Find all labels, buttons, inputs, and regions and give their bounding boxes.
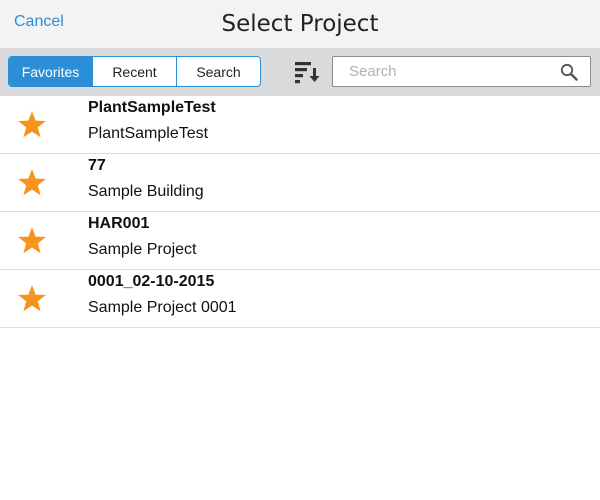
sort-button[interactable] [292, 59, 322, 85]
toolbar: Favorites Recent Search [0, 48, 600, 96]
project-subtitle: Sample Project [88, 241, 197, 258]
page-title: Select Project [221, 11, 379, 37]
segmented-control: Favorites Recent Search [8, 56, 261, 87]
project-row[interactable]: PlantSampleTest PlantSampleTest [0, 96, 600, 154]
project-list: PlantSampleTest PlantSampleTest 77 Sampl… [0, 96, 600, 328]
star-icon[interactable] [17, 284, 47, 314]
project-row[interactable]: 77 Sample Building [0, 154, 600, 212]
tab-favorites[interactable]: Favorites [9, 57, 92, 86]
sort-icon [295, 62, 320, 84]
star-icon[interactable] [17, 110, 47, 140]
project-title: PlantSampleTest [88, 99, 216, 116]
project-row[interactable]: HAR001 Sample Project [0, 212, 600, 270]
project-row[interactable]: 0001_02-10-2015 Sample Project 0001 [0, 270, 600, 328]
tab-recent[interactable]: Recent [92, 57, 176, 86]
tab-search[interactable]: Search [176, 57, 260, 86]
search-input[interactable] [333, 57, 553, 86]
project-title: 77 [88, 157, 106, 174]
project-subtitle: Sample Building [88, 183, 204, 200]
project-title: 0001_02-10-2015 [88, 273, 215, 290]
project-subtitle: Sample Project 0001 [88, 299, 237, 316]
project-subtitle: PlantSampleTest [88, 125, 209, 142]
star-icon[interactable] [17, 226, 47, 256]
search-icon[interactable] [560, 63, 578, 81]
search-box [332, 56, 591, 87]
header-bar: Cancel Select Project [0, 0, 600, 50]
project-title: HAR001 [88, 215, 150, 232]
star-icon[interactable] [17, 168, 47, 198]
